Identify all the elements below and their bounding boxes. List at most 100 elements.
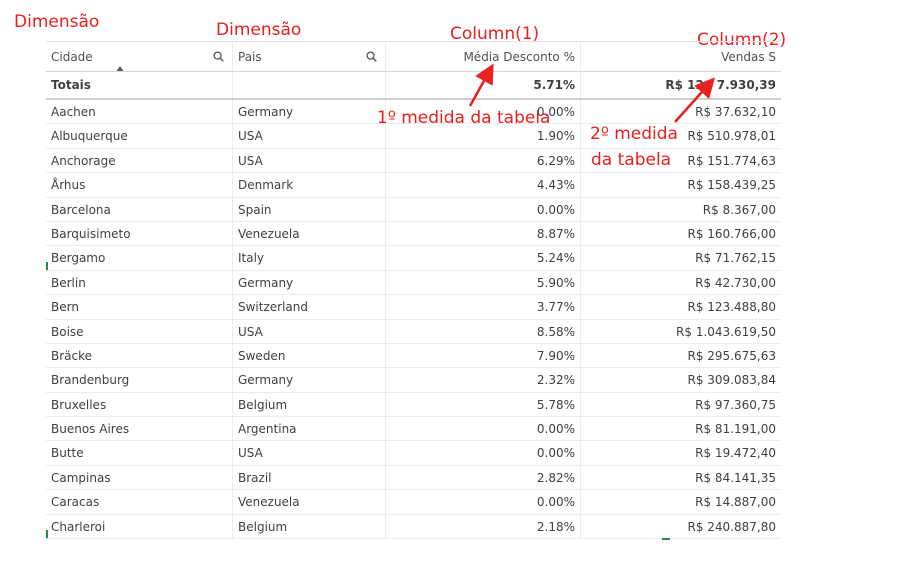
totals-vendas: R$ 12. 7.930,39 [665,78,776,92]
cell-cidade[interactable]: Aachen [46,100,233,124]
header-cidade-label: Cidade [51,50,93,64]
cell-pais[interactable]: USA [233,319,386,343]
cell-pais[interactable]: USA [233,441,386,465]
cell-media: 5.90% [386,270,581,295]
cell-media: 7.90% [386,343,581,368]
table-row[interactable]: Barcelona Spain 0.00% R$ 8.367,00 [46,197,781,222]
cell-cidade[interactable]: Anchorage [46,148,233,173]
cell-cidade[interactable]: Campinas [46,465,233,490]
cell-pais[interactable]: Denmark [233,173,386,197]
annotation-measure-1: 1º medida da tabela [377,108,551,128]
cell-media: 0.00% [386,417,581,441]
table-row[interactable]: Butte USA 0.00% R$ 19.472,40 [46,441,781,466]
cell-pais[interactable]: Brazil [233,465,386,490]
cell-media: 3.77% [386,295,581,319]
cell-vendas: R$ 84.141,35 [695,470,776,485]
cell-cidade[interactable]: Albuquerque [46,124,233,148]
table-row[interactable]: Campinas Brazil 2.82% R$ 84.141,35 [46,465,781,491]
cell-pais[interactable]: Belgium [233,392,386,417]
annotation-measure-2-line1: 2º medida [590,124,678,144]
cell-media: 0.00% [386,197,581,221]
table-row[interactable]: Bruxelles Belgium 5.78% R$ 97.360,75 [46,392,781,418]
table-row[interactable]: Bräcke Sweden 7.90% R$ 295.675,63 [46,343,781,369]
cell-vendas: R$ 123.488,80 [687,300,777,315]
totals-media: 5.71% [386,72,581,98]
cell-media: 2.18% [386,514,581,539]
table-row[interactable]: Brandenburg Germany 2.32% R$ 309.083,84 [46,368,781,393]
cell-vendas: R$ 1.043.619,50 [676,324,776,339]
header-cidade[interactable]: Cidade [46,42,233,71]
table-row[interactable]: Boise USA 8.58% R$ 1.043.619,50 [46,319,781,344]
table-row[interactable]: Barquisimeto Venezuela 8.87% R$ 160.766,00 [46,221,781,247]
cell-pais[interactable]: Sweden [233,343,386,368]
cell-media: 0.00% [386,490,581,514]
cell-cidade[interactable]: Bräcke [46,343,233,368]
cell-pais[interactable]: USA [233,124,386,148]
cell-cidade[interactable]: Berlin [46,270,233,295]
totals-label: Totais [46,72,233,98]
cell-media: 6.29% [386,148,581,173]
cell-pais[interactable]: Spain [233,197,386,221]
table-row[interactable]: Buenos Aires Argentina 0.00% R$ 81.191,00 [46,417,781,442]
cell-pais[interactable]: Argentina [233,417,386,441]
cell-vendas: R$ 158.439,25 [687,178,777,193]
cell-cidade[interactable]: Charleroi [46,514,233,539]
cell-media: 8.58% [386,319,581,343]
header-pais-label: Pais [238,50,262,64]
cell-vendas: R$ 19.472,40 [695,446,776,461]
table-row[interactable]: Caracas Venezuela 0.00% R$ 14.887,00 [46,490,781,515]
cell-pais[interactable]: Germany [233,270,386,295]
cell-pais[interactable]: USA [233,148,386,173]
cell-media: 0.00% [386,441,581,465]
cell-pais[interactable]: Switzerland [233,295,386,319]
selection-marker [662,538,670,540]
cell-media: 5.24% [386,246,581,270]
cell-vendas: R$ 295.675,63 [687,348,777,363]
selection-marker [46,530,48,538]
annotation-dimension-2: Dimensão [216,20,302,40]
cell-cidade[interactable]: Bruxelles [46,392,233,417]
table-row[interactable]: Charleroi Belgium 2.18% R$ 240.887,80 [46,514,781,540]
cell-media: 5.78% [386,392,581,417]
annotation-measure-2-line2: da tabela [591,150,672,170]
cell-cidade[interactable]: Bern [46,295,233,319]
search-icon[interactable] [213,51,224,62]
cell-vendas: R$ 42.730,00 [695,275,776,290]
cell-cidade[interactable]: Brandenburg [46,368,233,392]
cell-media: 8.87% [386,221,581,246]
cell-cidade[interactable]: Århus [46,173,233,197]
header-media-desconto[interactable]: Média Desconto % [386,42,581,71]
cell-cidade[interactable]: Boise [46,319,233,343]
cell-pais[interactable]: Venezuela [233,221,386,246]
cell-vendas: R$ 81.191,00 [695,422,776,437]
cell-vendas: R$ 97.360,75 [695,397,776,412]
cell-cidade[interactable]: Barquisimeto [46,221,233,246]
cell-vendas: R$ 14.887,00 [695,495,776,510]
table-row[interactable]: Århus Denmark 4.43% R$ 158.439,25 [46,173,781,198]
cell-pais[interactable]: Germany [233,368,386,392]
table-header-row: Cidade Pais Média Desconto % Vendas S [46,41,781,72]
cell-media: 2.32% [386,368,581,392]
cell-pais[interactable]: Belgium [233,514,386,539]
cell-pais[interactable]: Germany [233,100,386,124]
cell-cidade[interactable]: Caracas [46,490,233,514]
table-row[interactable]: Bern Switzerland 3.77% R$ 123.488,80 [46,295,781,320]
cell-cidade[interactable]: Buenos Aires [46,417,233,441]
cell-pais[interactable]: Italy [233,246,386,270]
search-icon[interactable] [366,51,377,62]
cell-vendas: R$ 8.367,00 [702,202,776,217]
cell-media: 2.82% [386,465,581,490]
cell-vendas: R$ 240.887,80 [687,519,777,534]
table-row[interactable]: Berlin Germany 5.90% R$ 42.730,00 [46,270,781,296]
cell-media: 4.43% [386,173,581,197]
cell-pais[interactable]: Venezuela [233,490,386,514]
sort-ascending-icon[interactable] [116,66,124,71]
header-pais[interactable]: Pais [233,42,386,71]
cell-cidade[interactable]: Barcelona [46,197,233,221]
table-row[interactable]: Bergamo Italy 5.24% R$ 71.762,15 [46,246,781,271]
header-vendas[interactable]: Vendas S [581,42,781,71]
selection-marker [46,262,48,270]
annotation-dimension-1: Dimensão [14,12,100,32]
cell-cidade[interactable]: Butte [46,441,233,465]
cell-cidade[interactable]: Bergamo [46,246,233,270]
